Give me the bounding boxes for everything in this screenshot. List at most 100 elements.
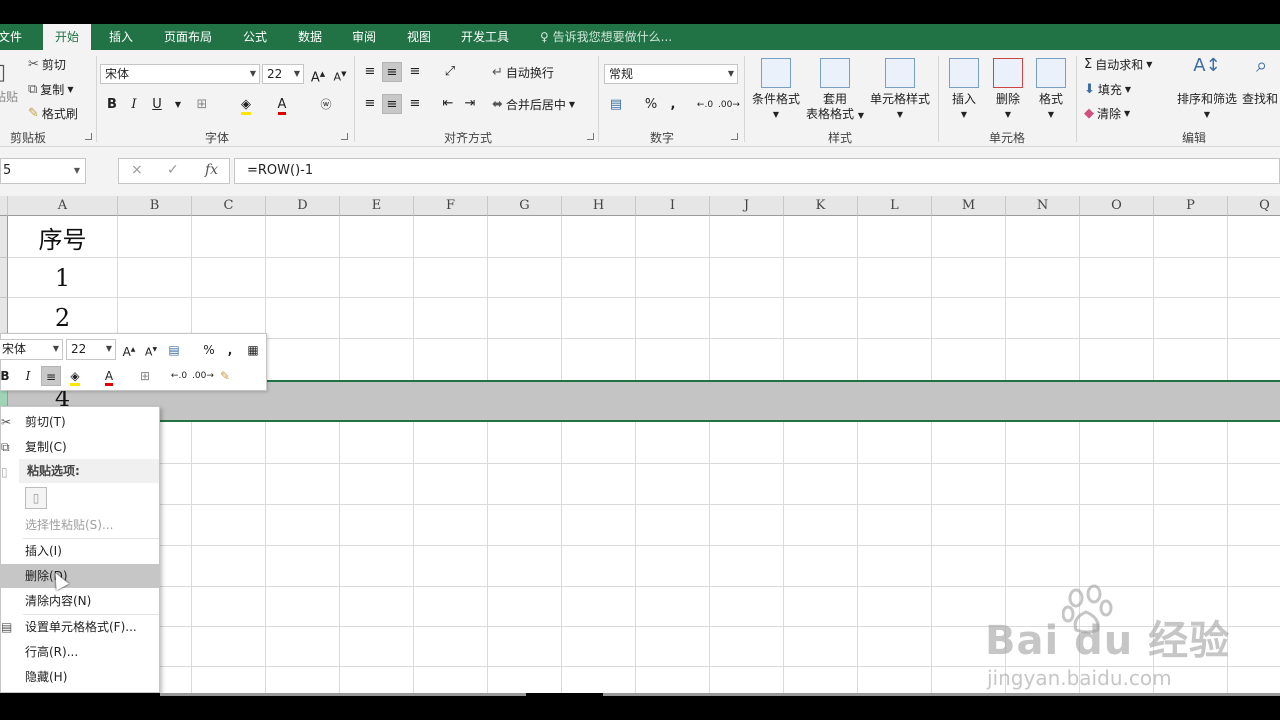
decrease-decimal-icon[interactable]: .00→: [718, 95, 740, 115]
font-color-icon[interactable]: A: [99, 366, 119, 386]
top-align-icon[interactable]: ≡: [360, 62, 380, 82]
borders-icon[interactable]: ⊞: [135, 366, 155, 386]
currency-icon[interactable]: ▤: [606, 95, 626, 115]
insert-function-icon[interactable]: fx: [205, 162, 218, 178]
copy-button[interactable]: ⧉ 复制 ▼: [28, 81, 73, 98]
alignment-launcher-icon[interactable]: [587, 133, 594, 140]
format-painter-button[interactable]: ✎ 格式刷: [28, 105, 78, 122]
fill-color-icon[interactable]: ◈: [236, 95, 256, 115]
font-launcher-icon[interactable]: [341, 133, 348, 140]
conditional-formatting-button[interactable]: 条件格式 ▼: [750, 58, 802, 122]
tab-formulas[interactable]: 公式: [243, 24, 267, 50]
cancel-icon[interactable]: ×: [131, 162, 143, 178]
clipboard-launcher-icon[interactable]: [85, 133, 92, 140]
column-header-i[interactable]: I: [636, 196, 710, 216]
mini-comma-button[interactable]: ,: [220, 340, 240, 360]
increase-decimal-icon[interactable]: ←.0: [695, 95, 715, 115]
scrollbar-track[interactable]: [160, 693, 526, 696]
tab-data[interactable]: 数据: [298, 24, 322, 50]
column-header-a[interactable]: A: [8, 196, 118, 216]
wrap-text-button[interactable]: ↵ 自动换行: [492, 64, 554, 81]
menu-item-insert[interactable]: 插入(I): [1, 539, 159, 563]
column-header-k[interactable]: K: [784, 196, 858, 216]
column-header-m[interactable]: M: [932, 196, 1006, 216]
font-size-combo[interactable]: 22 ▼: [262, 64, 304, 84]
name-box[interactable]: 5 ▼: [0, 158, 86, 184]
fill-color-icon[interactable]: ◈: [65, 366, 85, 386]
tell-me-box[interactable]: ♀ 告诉我您想要做什么...: [540, 24, 672, 50]
middle-align-icon[interactable]: ≡: [382, 62, 402, 82]
format-table-icon[interactable]: ▦: [243, 340, 263, 360]
menu-item-cut[interactable]: ✂ 剪切(T): [1, 410, 159, 434]
menu-item-delete[interactable]: 删除(D): [1, 564, 159, 588]
menu-item-hide[interactable]: 隐藏(H): [1, 665, 159, 689]
column-header-o[interactable]: O: [1080, 196, 1154, 216]
mini-italic-button[interactable]: I: [18, 366, 38, 386]
tab-review[interactable]: 审阅: [352, 24, 376, 50]
cell-a-value[interactable]: 2: [8, 304, 117, 332]
menu-item-copy[interactable]: ⧉ 复制(C): [1, 435, 159, 459]
fill-button[interactable]: ⬇ 填充 ▼: [1084, 81, 1131, 98]
bold-button[interactable]: B: [102, 95, 122, 115]
clear-button[interactable]: ◆ 清除 ▼: [1084, 105, 1130, 122]
tab-home[interactable]: 开始: [43, 24, 92, 51]
column-header-n[interactable]: N: [1006, 196, 1080, 216]
mini-font-combo[interactable]: 宋体 ▼: [0, 339, 63, 360]
italic-button[interactable]: I: [124, 95, 144, 115]
align-right-icon[interactable]: ≡: [405, 94, 425, 114]
number-launcher-icon[interactable]: [731, 133, 738, 140]
increase-indent-icon[interactable]: ⇥: [460, 94, 480, 114]
formula-input[interactable]: =ROW()-1: [234, 158, 1280, 184]
select-all-corner[interactable]: [0, 196, 8, 216]
mini-size-combo[interactable]: 22 ▼: [66, 339, 116, 360]
accounting-format-icon[interactable]: ▤: [164, 340, 184, 360]
column-header-p[interactable]: P: [1154, 196, 1228, 216]
column-header-q[interactable]: Q: [1228, 196, 1280, 216]
insert-cells-button[interactable]: 插入 ▼: [946, 58, 982, 122]
find-select-button[interactable]: ⌕ 查找和: [1242, 58, 1280, 107]
mini-bold-button[interactable]: B: [0, 366, 15, 386]
scrollbar-thumb[interactable]: [603, 693, 1280, 696]
paste-button[interactable]: ▯ 粘贴: [0, 60, 18, 105]
column-header-b[interactable]: B: [118, 196, 192, 216]
grow-font-icon[interactable]: A▲: [308, 64, 328, 85]
bottom-align-icon[interactable]: ≡: [405, 62, 425, 82]
cut-button[interactable]: ✂ 剪切: [28, 56, 66, 73]
column-header-d[interactable]: D: [266, 196, 340, 216]
phonetic-icon[interactable]: ⓦ: [316, 95, 336, 115]
comma-button[interactable]: ,: [663, 95, 683, 115]
menu-item-clear-contents[interactable]: 清除内容(N): [1, 589, 159, 613]
align-center-icon[interactable]: ≡: [382, 94, 402, 114]
decrease-decimal-icon[interactable]: .00→: [192, 366, 214, 386]
sort-filter-button[interactable]: A↕ 排序和筛选 ▼: [1174, 57, 1240, 122]
format-painter-icon[interactable]: ✎: [215, 366, 235, 386]
column-header-f[interactable]: F: [414, 196, 488, 216]
increase-decimal-icon[interactable]: ←.0: [169, 366, 189, 386]
tab-file[interactable]: 文件: [0, 24, 22, 50]
row-header[interactable]: [0, 258, 8, 298]
tab-developer[interactable]: 开发工具: [461, 24, 509, 50]
font-color-icon[interactable]: A: [272, 95, 292, 115]
row-header[interactable]: [0, 216, 8, 258]
paste-icon[interactable]: ▯: [25, 487, 47, 509]
column-header-h[interactable]: H: [562, 196, 636, 216]
tab-view[interactable]: 视图: [407, 24, 431, 50]
underline-button[interactable]: U: [147, 95, 167, 115]
column-header-c[interactable]: C: [192, 196, 266, 216]
shrink-font-icon[interactable]: A▼: [330, 64, 350, 84]
number-format-combo[interactable]: 常规 ▼: [604, 64, 738, 84]
mini-percent-button[interactable]: %: [199, 340, 219, 360]
grow-font-icon[interactable]: A▲: [119, 340, 139, 360]
column-header-j[interactable]: J: [710, 196, 784, 216]
chevron-down-icon[interactable]: ▼: [168, 95, 188, 115]
enter-icon[interactable]: ✓: [167, 162, 179, 178]
autosum-button[interactable]: Σ 自动求和 ▼: [1084, 56, 1152, 73]
orientation-icon[interactable]: ⤢: [440, 62, 460, 82]
column-header-g[interactable]: G: [488, 196, 562, 216]
tab-page-layout[interactable]: 页面布局: [164, 24, 212, 50]
cell-a-header[interactable]: 序号: [8, 220, 117, 255]
format-cells-button[interactable]: 格式 ▼: [1033, 58, 1069, 122]
format-as-table-button[interactable]: 套用 表格格式 ▼: [804, 58, 866, 123]
percent-button[interactable]: %: [641, 95, 661, 115]
menu-item-row-height[interactable]: 行高(R)...: [1, 640, 159, 664]
